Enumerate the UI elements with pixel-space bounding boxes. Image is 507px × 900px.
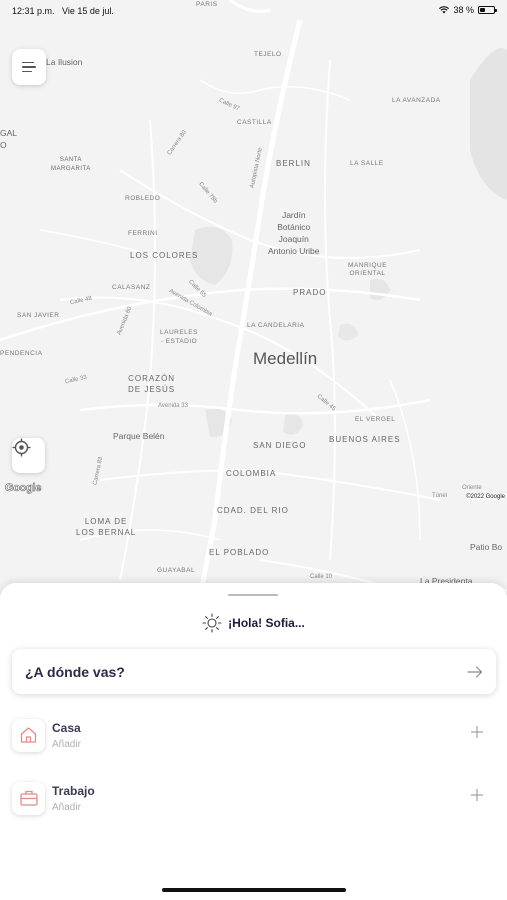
- map-label: COLOMBIA: [226, 469, 277, 478]
- map-label: LAURELES - ESTADIO: [160, 329, 198, 345]
- map-label: SAN DIEGO: [253, 441, 307, 450]
- place-subtitle: Añadir: [52, 738, 81, 750]
- greeting-text: ¡Hola! Sofia...: [228, 616, 305, 630]
- arrow-right-icon: [467, 665, 483, 678]
- destination-search[interactable]: ¿A dónde vas?: [12, 649, 496, 694]
- map-label-city: Medellín: [253, 349, 318, 368]
- map-label: EL VERGEL: [355, 416, 396, 423]
- battery-icon: [478, 6, 497, 14]
- map-label: BUENOS AIRES: [329, 435, 401, 444]
- map-copyright: ©2022 Google: [466, 494, 505, 500]
- menu-button[interactable]: [12, 49, 46, 85]
- map-label: ROBLEDO: [125, 195, 161, 202]
- map-label: Calle 10: [310, 574, 333, 580]
- map-view[interactable]: PARIS La Ilusion TEJELO LA AVANZADA GAL …: [0, 0, 507, 600]
- map-label: GAL: [0, 128, 18, 138]
- bottom-sheet: ¡Hola! Sofia... ¿A dónde vas? Casa Añadi…: [0, 583, 507, 900]
- map-label: CASTILLA: [237, 119, 272, 126]
- greeting: ¡Hola! Sofia...: [0, 613, 507, 633]
- home-indicator[interactable]: [162, 888, 346, 892]
- destination-search-label: ¿A dónde vas?: [25, 663, 125, 680]
- map-label: PENDENCIA: [0, 350, 43, 357]
- place-title: Casa: [52, 720, 81, 735]
- map-label: CDAD. DEL RIO: [217, 506, 289, 515]
- status-bar: 12:31 p.m. Vie 15 de jul. 38 %: [0, 0, 507, 22]
- map-label: EL POBLADO: [209, 548, 270, 557]
- place-title: Trabajo: [52, 783, 95, 798]
- sun-icon: [202, 613, 222, 633]
- map-label: LA SALLE: [350, 160, 384, 167]
- crosshair-icon: [12, 438, 31, 457]
- map-label: Patio Bo: [470, 542, 503, 552]
- plus-icon[interactable]: [470, 788, 484, 802]
- map-label: BERLIN: [276, 159, 311, 168]
- place-row-casa[interactable]: Casa Añadir: [12, 712, 496, 758]
- place-icon-casa: [12, 718, 45, 752]
- map-label: PRADO: [293, 288, 327, 297]
- place-subtitle: Añadir: [52, 801, 81, 813]
- battery-percent: 38 %: [453, 5, 474, 15]
- map-label: SAN JAVIER: [17, 312, 60, 319]
- map-label: CORAZÓN DE JESÚS: [128, 374, 176, 394]
- sheet-grabber[interactable]: [228, 594, 278, 596]
- google-logo: Google: [5, 482, 42, 495]
- map-label: SANTA MARGARITA: [51, 157, 91, 172]
- map-label: Jardín Botánico Joaquín Antonio Uribe: [268, 210, 320, 256]
- map-label: Parque Belén: [113, 431, 165, 441]
- wifi-icon: [439, 6, 450, 14]
- map-label: CALASANZ: [112, 284, 151, 291]
- locate-button[interactable]: [12, 438, 45, 473]
- map-label: MANRIQUE ORIENTAL: [348, 262, 388, 277]
- map-label: LOS COLORES: [130, 251, 199, 260]
- map-label: FERRINI: [128, 230, 158, 237]
- plus-icon[interactable]: [470, 725, 484, 739]
- place-text: Casa Añadir: [52, 721, 496, 750]
- place-icon-trabajo: [12, 781, 45, 815]
- briefcase-icon: [19, 790, 38, 806]
- map-label: O: [0, 140, 7, 150]
- place-row-trabajo[interactable]: Trabajo Añadir: [12, 775, 496, 821]
- status-indicators: 38 %: [439, 5, 497, 15]
- status-time: 12:31 p.m. Vie 15 de jul.: [12, 6, 114, 16]
- map-label: LA AVANZADA: [392, 97, 441, 104]
- map-label: Túnel: [432, 493, 448, 499]
- map-label: Oriente: [462, 485, 482, 491]
- place-text: Trabajo Añadir: [52, 784, 496, 813]
- map-label: TEJELO: [254, 51, 282, 58]
- map-label: La Ilusion: [46, 57, 83, 67]
- home-icon: [20, 727, 37, 743]
- map-label: GUAYABAL: [157, 567, 196, 574]
- map-label: LA CANDELARIA: [247, 322, 305, 329]
- map-label: LOMA DE LOS BERNAL: [76, 517, 137, 537]
- menu-icon: [22, 61, 34, 64]
- map-label: Avenida 33: [158, 403, 188, 409]
